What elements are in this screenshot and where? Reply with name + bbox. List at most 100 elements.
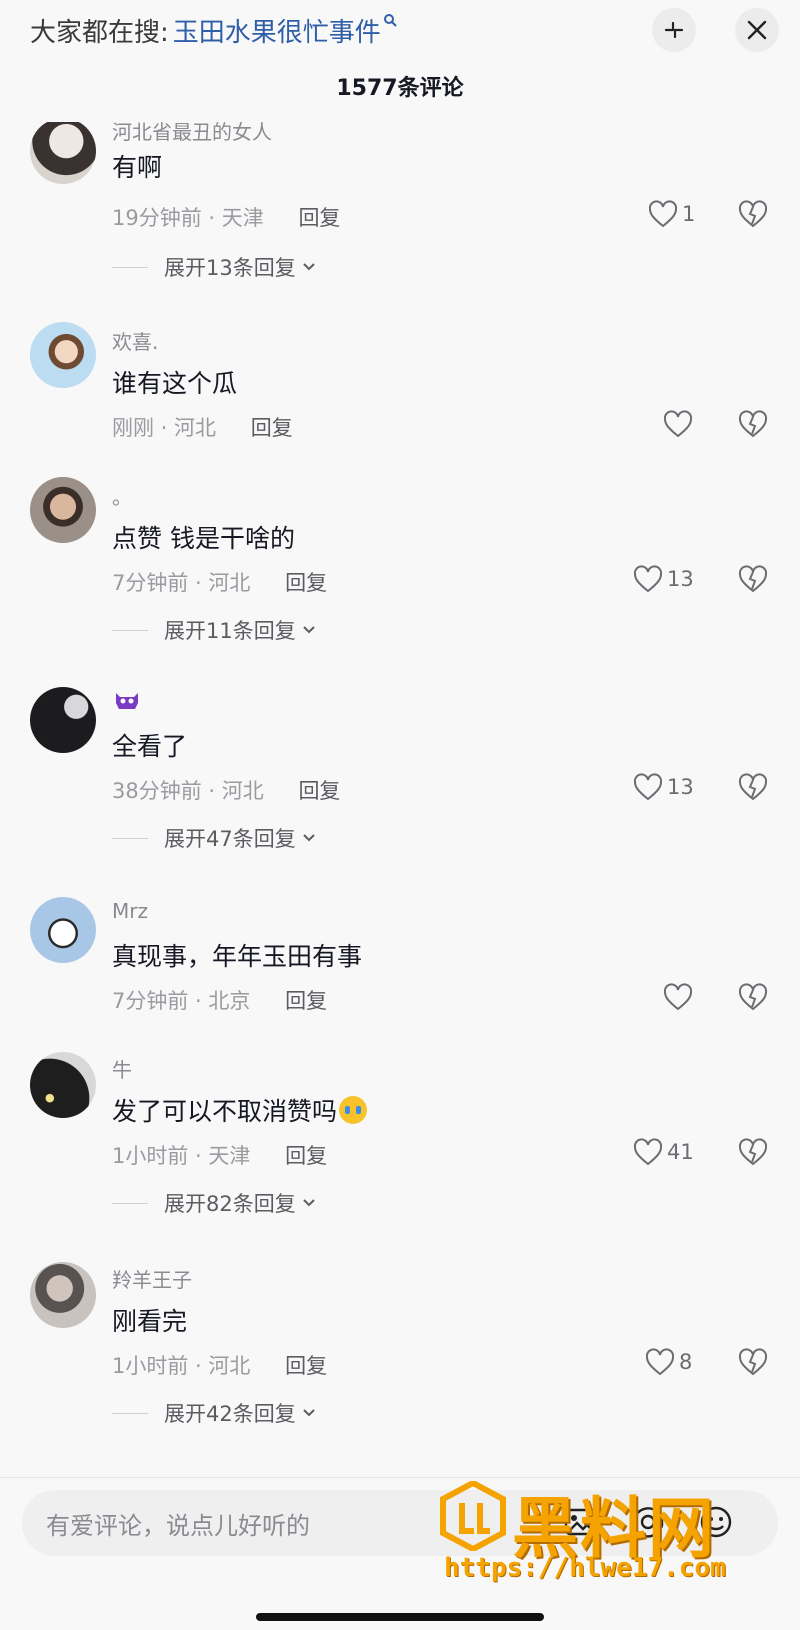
like-button[interactable]: 41	[633, 1138, 694, 1166]
dislike-button[interactable]	[738, 200, 768, 232]
expand-replies-button[interactable]: 展开47条回复	[112, 823, 316, 853]
dislike-button[interactable]	[738, 1138, 768, 1170]
comment-username[interactable]: 。	[112, 481, 132, 510]
comment-time-location: 1小时前 · 河北	[112, 1354, 251, 1378]
comment-item: Mrz 真现事，年年玉田有事 7分钟前 · 北京 回复	[0, 897, 800, 1027]
chevron-down-icon	[303, 1199, 315, 1207]
heart-icon	[663, 983, 693, 1011]
search-icon	[383, 13, 397, 31]
comment-meta: 1小时前 · 河北 回复	[112, 1350, 327, 1380]
collapse-icon	[664, 21, 684, 39]
expand-replies-button[interactable]: 展开11条回复	[112, 615, 316, 645]
reply-button[interactable]: 回复	[285, 1144, 327, 1168]
comment-text-content: 发了可以不取消赞吗	[112, 1097, 338, 1126]
comment-username[interactable]: 羚羊王子	[112, 1264, 192, 1293]
avatar[interactable]	[30, 687, 96, 753]
avatar[interactable]	[30, 1262, 96, 1328]
expand-replies-label: 展开82条回复	[164, 1192, 296, 1216]
watermark: 黑料网 https://hlwe17.com	[440, 1475, 770, 1593]
reply-button[interactable]: 回复	[285, 989, 327, 1013]
avatar[interactable]	[30, 897, 96, 963]
broken-heart-icon	[738, 1348, 768, 1376]
comment-meta: 7分钟前 · 河北 回复	[112, 567, 327, 597]
crying-face-emoji-icon	[339, 1096, 368, 1124]
divider	[112, 629, 148, 631]
heart-icon	[645, 1348, 675, 1376]
like-button[interactable]: 8	[645, 1348, 692, 1376]
avatar[interactable]	[30, 1052, 96, 1118]
broken-heart-icon	[738, 565, 768, 593]
like-button[interactable]: 13	[633, 773, 694, 801]
like-button[interactable]: 13	[633, 565, 694, 593]
watermark-url: https://hlwe17.com	[444, 1553, 726, 1583]
dislike-button[interactable]	[738, 565, 768, 597]
reply-button[interactable]: 回复	[251, 416, 293, 440]
divider	[112, 1202, 148, 1204]
like-button[interactable]	[663, 983, 697, 1011]
reply-button[interactable]: 回复	[285, 1354, 327, 1378]
like-count: 1	[682, 202, 696, 226]
expand-replies-button[interactable]: 展开13条回复	[112, 252, 316, 282]
expand-replies-label: 展开11条回复	[164, 619, 296, 643]
avatar[interactable]	[30, 322, 96, 388]
comment-meta: 1小时前 · 天津 回复	[112, 1140, 327, 1170]
expand-replies-button[interactable]: 展开42条回复	[112, 1398, 316, 1428]
comment-list[interactable]: 河北省最丑的女人 有啊 19分钟前 · 天津 回复 1 展开13条回复 欢喜. …	[0, 122, 800, 1477]
broken-heart-icon	[738, 200, 768, 228]
dislike-button[interactable]	[738, 773, 768, 805]
like-count: 13	[667, 775, 694, 799]
like-button[interactable]	[663, 410, 697, 438]
comment-username[interactable]: 牛	[112, 1054, 132, 1083]
comment-username[interactable]: 欢喜.	[112, 326, 158, 355]
expand-replies-button[interactable]: 展开82条回复	[112, 1188, 316, 1218]
heart-icon	[648, 200, 678, 228]
hot-search-bar[interactable]: 大家都在搜: 玉田水果很忙事件	[30, 10, 397, 50]
comment-meta: 7分钟前 · 北京 回复	[112, 985, 327, 1015]
comment-text: 有啊	[112, 153, 163, 182]
comment-input-bar: 有爱评论，说点儿好听的 黑料网 https://hlwe17.com	[0, 1477, 800, 1630]
broken-heart-icon	[738, 983, 768, 1011]
comment-item: 羚羊王子 刚看完 1小时前 · 河北 回复 8 展开42条回复	[0, 1262, 800, 1437]
broken-heart-icon	[738, 773, 768, 801]
comment-username[interactable]: Mrz	[112, 899, 148, 923]
comment-time-location: 19分钟前 · 天津	[112, 206, 264, 230]
comment-username[interactable]	[112, 687, 142, 718]
divider	[112, 266, 148, 268]
dislike-button[interactable]	[738, 1348, 768, 1380]
comment-item: 牛 发了可以不取消赞吗 1小时前 · 天津 回复 41 展开82条回复	[0, 1052, 800, 1222]
dislike-button[interactable]	[738, 410, 768, 442]
chevron-down-icon	[303, 1409, 315, 1417]
comment-count: 1577条评论	[336, 76, 464, 101]
comment-item: 全看了 38分钟前 · 河北 回复 13 展开47条回复	[0, 687, 800, 857]
home-indicator[interactable]	[256, 1613, 544, 1621]
dislike-button[interactable]	[738, 983, 768, 1015]
comment-item: 。 点赞 钱是干啥的 7分钟前 · 河北 回复 13 展开11条回复	[0, 477, 800, 647]
like-count: 13	[667, 567, 694, 591]
heart-icon	[633, 773, 663, 801]
comment-text: 谁有这个瓜	[112, 369, 238, 398]
purple-monster-emoji-icon	[116, 693, 138, 709]
comment-meta: 38分钟前 · 河北 回复	[112, 775, 340, 805]
divider	[112, 1412, 148, 1414]
avatar[interactable]	[30, 122, 96, 184]
expand-replies-label: 展开13条回复	[164, 256, 296, 280]
broken-heart-icon	[738, 410, 768, 438]
comment-username[interactable]: 河北省最丑的女人	[112, 122, 272, 145]
comment-meta: 刚刚 · 河北 回复	[112, 412, 293, 442]
chevron-down-icon	[303, 834, 315, 842]
close-button[interactable]	[735, 8, 779, 52]
collapse-button[interactable]	[652, 8, 696, 52]
hot-search-prefix: 大家都在搜:	[30, 17, 169, 48]
reply-button[interactable]: 回复	[298, 206, 340, 230]
avatar[interactable]	[30, 477, 96, 543]
reply-button[interactable]: 回复	[285, 571, 327, 595]
watermark-logo-icon	[440, 1481, 506, 1551]
like-button[interactable]: 1	[648, 200, 695, 228]
comment-text: 刚看完	[112, 1307, 188, 1336]
heart-icon	[633, 565, 663, 593]
broken-heart-icon	[738, 1138, 768, 1166]
heart-icon	[633, 1138, 663, 1166]
comment-text: 全看了	[112, 732, 188, 761]
hot-search-term[interactable]: 玉田水果很忙事件	[173, 12, 381, 49]
reply-button[interactable]: 回复	[298, 779, 340, 803]
